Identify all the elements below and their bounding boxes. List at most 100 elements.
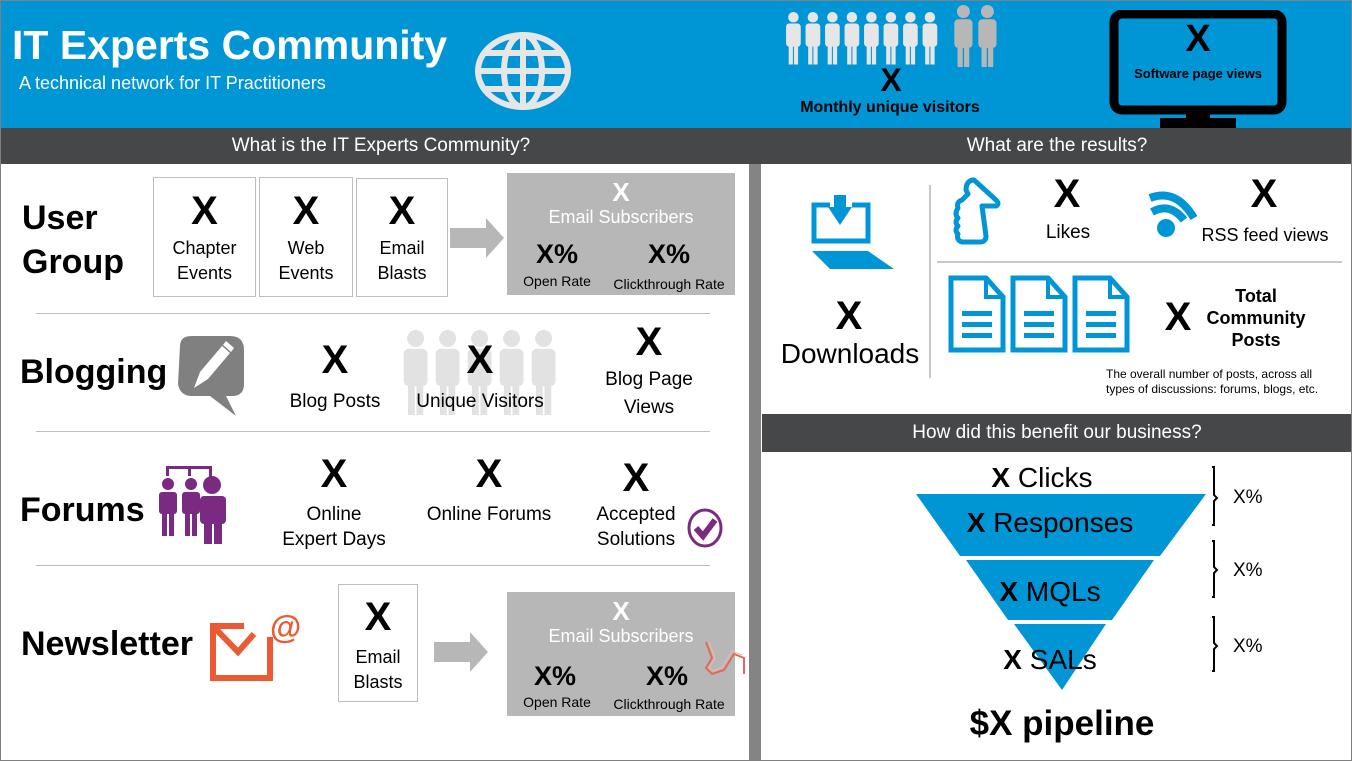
document-figure [1072, 275, 1130, 353]
total-posts-label: Total Community Posts [1196, 285, 1316, 351]
online-expert-days-label-2: Expert Days [282, 529, 386, 550]
web-events-value: X [292, 189, 320, 233]
funnel-mqls-label: MQLs [1025, 576, 1101, 607]
forums-title: Forums [20, 491, 145, 529]
newsletter-clickthrough-rate-value: X% [645, 661, 689, 691]
business-section-heading: How did this benefit our business? [762, 414, 1352, 452]
blog-page-views-stat: X Blog Page Views [590, 320, 708, 422]
document-figure [948, 275, 1006, 353]
person-figure [922, 12, 938, 65]
pencil-speech-bubble-icon [178, 336, 244, 416]
blog-page-views-value: X [635, 320, 663, 364]
row-divider [36, 313, 710, 314]
conversion-brackets [1212, 466, 1219, 672]
clickthrough-rate-label: Clickthrough Rate [613, 276, 725, 292]
newsletter-subscribers-value: X [612, 596, 630, 626]
online-forums-label: Online Forums [426, 504, 552, 525]
unique-visitors-value: X [466, 338, 494, 382]
person-figure [883, 12, 899, 65]
conversion-rate-3: X% [1233, 636, 1263, 657]
email-blasts-label-1: Email [379, 238, 425, 258]
monthly-visitors-value: X [880, 62, 902, 98]
email-subscribers-label: Email Subscribers [548, 207, 694, 227]
rss-label: RSS feed views [1201, 225, 1329, 245]
accepted-solutions-label-1: Accepted [596, 504, 676, 525]
unique-visitors-stat: X Unique Visitors [405, 338, 555, 414]
open-rate-label: Open Rate [523, 273, 591, 289]
user-group-title-line1: User [22, 199, 98, 237]
download-laptop-icon [811, 195, 894, 269]
total-posts-note-2: types of discussions: forums, blogs, etc… [1106, 382, 1319, 396]
web-events-label-2: Events [278, 263, 334, 283]
funnel-clicks-value: X [991, 462, 1011, 493]
online-expert-days-stat: X Online Expert Days [270, 452, 398, 552]
thumbs-like-icon [953, 177, 1001, 245]
funnel-mqls-value: X [999, 576, 1019, 607]
funnel-responses: X Responses [960, 507, 1140, 539]
page-subtitle: A technical network for IT Practitioners [19, 73, 326, 93]
person-figure [864, 12, 879, 65]
blog-page-views-label-2: Views [623, 397, 675, 418]
pointer-hand-icon [704, 641, 745, 676]
software-views-label: Software page views [1134, 66, 1262, 81]
accepted-solutions-stat: X Accepted Solutions [586, 456, 686, 552]
pipeline-value: $X pipeline [969, 704, 1155, 743]
user-group-title-line2: Group [22, 243, 124, 281]
blog-posts-stat: X Blog Posts [280, 338, 390, 414]
document-figure [1010, 275, 1068, 353]
person-figure [978, 5, 997, 67]
person-figure [903, 12, 918, 65]
email-blasts-label-2: Blasts [377, 263, 427, 283]
bar-gap [749, 128, 762, 164]
web-events-box: X Web Events [259, 177, 353, 297]
online-forums-stat: X Online Forums [414, 452, 564, 527]
newsletter-email-blasts-box: X Email Blasts [338, 584, 418, 702]
blog-posts-label: Blog Posts [289, 391, 381, 412]
newsletter-email-blasts-value: X [364, 595, 392, 639]
left-section-heading: What is the IT Experts Community? [0, 128, 762, 164]
downloads-value: X [835, 294, 863, 338]
accepted-solutions-label-2: Solutions [596, 529, 676, 550]
person-figure [844, 12, 860, 65]
forum-people-icon [159, 466, 226, 544]
conversion-rate-2: X% [1233, 560, 1263, 581]
funnel-sals-value: X [1003, 644, 1022, 675]
person-figure [805, 12, 821, 65]
people-group-icon [786, 5, 997, 67]
funnel-clicks-label: Clicks [1017, 462, 1093, 493]
row-divider [36, 565, 710, 566]
email-blasts-box: X Email Blasts [356, 178, 448, 297]
chapter-events-box: X Chapter Events [153, 177, 256, 297]
software-views-value: X [1185, 18, 1211, 60]
user-group-email-card: X Email Subscribers X% Open Rate X% Clic… [507, 173, 735, 295]
clickthrough-rate-value: X% [647, 239, 691, 269]
newsletter-title: Newsletter [21, 625, 193, 663]
funnel-responses-label: Responses [993, 507, 1134, 538]
newsletter-email-blasts-label-2: Blasts [353, 672, 403, 692]
monthly-visitors-label: Monthly unique visitors [800, 99, 980, 116]
newsletter-open-rate-label: Open Rate [523, 694, 591, 710]
arrow-right-icon [434, 632, 488, 672]
funnel-mqls: X MQLs [980, 576, 1120, 608]
chapter-events-label-1: Chapter [172, 238, 237, 258]
email-blasts-value: X [388, 189, 416, 233]
funnel-sals-label: SALs [1029, 644, 1097, 675]
web-events-label-1: Web [287, 238, 325, 258]
panel-divider [749, 164, 761, 761]
likes-value: X [1053, 172, 1081, 216]
results-section-heading: What are the results? [762, 128, 1352, 164]
globe-icon [475, 32, 571, 110]
online-expert-days-label-1: Online [306, 504, 362, 525]
total-posts-note: The overall number of posts, across all … [1106, 367, 1346, 397]
chapter-events-label-2: Events [176, 263, 233, 283]
likes-label: Likes [1045, 222, 1091, 243]
online-expert-days-value: X [320, 452, 348, 496]
total-posts-note-1: The overall number of posts, across all [1106, 367, 1313, 381]
arrow-right-icon [450, 218, 504, 258]
email-at-icon: @ [210, 612, 301, 681]
page-title: IT Experts Community [12, 22, 448, 68]
open-rate-value: X% [535, 239, 579, 269]
person-figure [786, 12, 801, 65]
newsletter-clickthrough-rate-label: Clickthrough Rate [613, 696, 725, 712]
online-forums-value: X [475, 452, 503, 496]
